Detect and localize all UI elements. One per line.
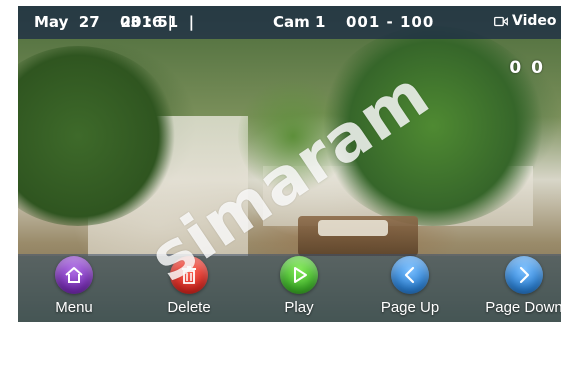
- chevron-left-icon: [404, 266, 415, 284]
- menu-button[interactable]: Menu: [29, 256, 119, 320]
- play-button[interactable]: Play: [254, 256, 344, 320]
- frame-counter: 0 0: [509, 58, 545, 78]
- scene-tree-right: [318, 26, 548, 226]
- status-bar: May 27 2016 | 03 : 51 | Cam 1 001 - 100 …: [18, 6, 561, 39]
- device-frame: May 27 2016 | 03 : 51 | Cam 1 001 - 100 …: [0, 0, 574, 325]
- record-range: 001 - 100: [346, 13, 435, 31]
- mode-label: Video: [512, 13, 557, 29]
- control-bar: Menu Delete Play Page Up Page Down: [18, 254, 561, 322]
- page-down-label: Page Down: [485, 299, 561, 316]
- home-icon: [65, 267, 83, 283]
- page-down-button[interactable]: Page Down: [479, 256, 561, 320]
- page-down-orb: [505, 256, 543, 294]
- mode-indicator: Video: [494, 13, 557, 29]
- page-up-button[interactable]: Page Up: [365, 256, 455, 320]
- time-label: 03 : 51 |: [120, 13, 195, 31]
- play-orb: [280, 256, 318, 294]
- video-camera-icon: [494, 16, 508, 26]
- menu-label: Menu: [55, 299, 93, 316]
- page-up-orb: [391, 256, 429, 294]
- delete-label: Delete: [167, 299, 211, 316]
- trash-icon: [182, 266, 196, 284]
- play-icon: [294, 267, 307, 283]
- menu-orb: [55, 256, 93, 294]
- play-label: Play: [284, 299, 314, 316]
- camera-label: Cam 1: [273, 13, 326, 31]
- page-up-label: Page Up: [380, 299, 440, 316]
- video-screen[interactable]: May 27 2016 | 03 : 51 | Cam 1 001 - 100 …: [18, 6, 561, 322]
- scene-cushion: [318, 220, 388, 236]
- delete-orb: [170, 256, 208, 294]
- chevron-right-icon: [519, 266, 530, 284]
- delete-button[interactable]: Delete: [144, 256, 234, 320]
